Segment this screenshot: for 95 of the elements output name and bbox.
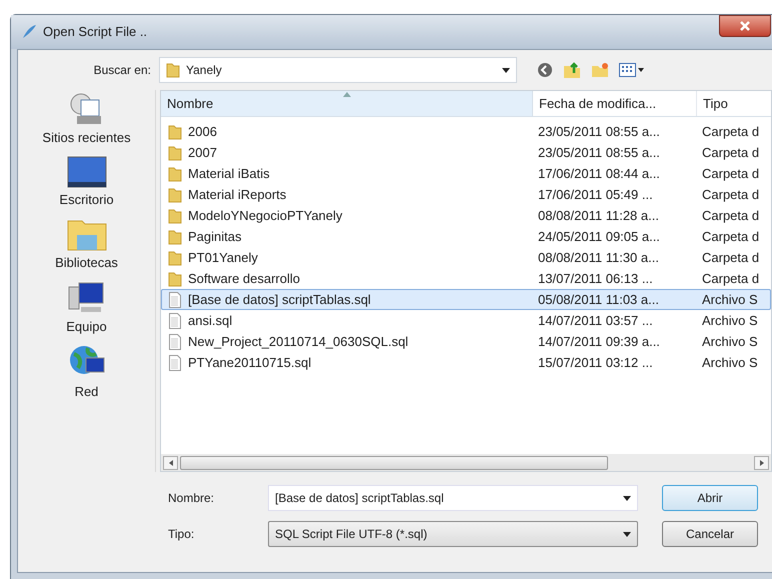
file-name: Material iBatis (188, 164, 270, 183)
location-dropdown[interactable]: Yanely (159, 57, 517, 83)
folder-icon (168, 186, 182, 202)
scrollbar-thumb[interactable] (180, 456, 608, 470)
monitor-icon (66, 156, 106, 188)
file-type: Archivo S (701, 354, 759, 372)
folder-icon (168, 144, 182, 160)
column-header[interactable]: Nombre (161, 91, 533, 116)
file-date: 14/07/2011 09:39 a... (537, 332, 661, 351)
cancel-button[interactable]: Cancelar (662, 521, 758, 547)
file-name: ansi.sql (188, 312, 232, 330)
folder-icon (168, 270, 182, 286)
file-name: Software desarrollo (188, 270, 300, 288)
folder-icon (168, 208, 182, 224)
column-header[interactable]: Fecha de modifica... (533, 91, 697, 116)
file-type: Archivo S (701, 332, 759, 351)
file-type: Carpeta d (701, 144, 760, 162)
folder-up-icon[interactable] (563, 61, 581, 79)
file-date: 14/07/2011 03:57 ... (537, 312, 654, 330)
file-date: 24/05/2011 09:05 a... (537, 228, 661, 246)
computer-icon (67, 280, 106, 314)
file-row[interactable]: Software desarrollo 13/07/2011 06:13 ... Carpeta d (161, 268, 771, 289)
file-name: Paginitas (188, 228, 242, 246)
file-row[interactable]: ModeloYNegocioPTYanely 08/08/2011 11:28 a... Carpeta d (161, 205, 771, 226)
file-row[interactable]: [Base de datos] scriptTablas.sql 05/08/2011 11:03 a... Archivo S (161, 289, 771, 310)
close-button[interactable] (719, 15, 771, 37)
document-icon (168, 334, 182, 350)
document-icon (168, 312, 182, 328)
window-title: Open Script File .. (43, 23, 148, 42)
place-label[interactable]: Sitios recientes (42, 128, 131, 148)
caret-icon (623, 532, 631, 536)
file-name: ModeloYNegocioPTYanely (188, 206, 342, 225)
file-row[interactable]: New_Project_20110714_0630SQL.sql 14/07/2011 09:39 a... Archivo S (161, 331, 771, 352)
file-date: 23/05/2011 08:55 a... (537, 144, 661, 162)
right-arrow-icon (760, 460, 764, 466)
file-type: Carpeta d (701, 186, 760, 204)
file-type: Carpeta d (701, 122, 760, 141)
file-date: 13/07/2011 06:13 ... (537, 270, 654, 288)
file-name: [Base de datos] scriptTablas.sql (188, 290, 371, 309)
place-label[interactable]: Bibliotecas (55, 253, 118, 272)
document-icon (168, 354, 182, 370)
file-name-field[interactable]: [Base de datos] scriptTablas.sql (268, 485, 638, 511)
file-name: PT01Yanely (188, 248, 258, 267)
open-button[interactable]: Abrir (662, 485, 758, 511)
folder-icon (168, 166, 182, 182)
file-date: 15/07/2011 03:12 ... (537, 354, 654, 372)
file-date: 08/08/2011 11:30 a... (537, 248, 660, 267)
file-type: Carpeta d (701, 164, 760, 183)
feather-icon (21, 24, 37, 40)
file-date: 05/08/2011 11:03 a... (537, 290, 660, 309)
file-name: Material iReports (188, 186, 286, 204)
view-menu-icon[interactable] (619, 63, 645, 77)
document-icon (168, 292, 182, 308)
file-type: Carpeta d (701, 206, 760, 225)
caret-icon (623, 496, 631, 500)
file-row[interactable]: PT01Yanely 08/08/2011 11:30 a... Carpeta d (161, 247, 771, 268)
folder-icon (168, 124, 182, 140)
file-type: Carpeta d (701, 270, 760, 288)
file-date: 08/08/2011 11:28 a... (537, 206, 660, 225)
new-folder-icon[interactable] (591, 62, 609, 78)
file-row[interactable]: PTYane20110715.sql 15/07/2011 03:12 ... Archivo S (161, 352, 771, 373)
folder-icon (168, 228, 182, 244)
file-row[interactable]: Material iReports 17/06/2011 05:49 ... Carpeta d (161, 184, 771, 205)
file-date: 23/05/2011 08:55 a... (537, 122, 661, 141)
place-label[interactable]: Equipo (66, 316, 107, 336)
file-name: New_Project_20110714_0630SQL.sql (188, 332, 408, 351)
file-row[interactable]: 2006 23/05/2011 08:55 a... Carpeta d (161, 121, 771, 142)
file-date: 17/06/2011 08:44 a... (537, 164, 661, 183)
file-type: Archivo S (701, 290, 759, 309)
back-icon[interactable] (537, 62, 553, 78)
file-name: 2007 (188, 144, 217, 162)
horizontal-scrollbar[interactable] (161, 454, 771, 471)
file-row[interactable]: ansi.sql 14/07/2011 03:57 ... Archivo S (161, 310, 771, 331)
file-date: 17/06/2011 05:49 ... (537, 186, 654, 204)
file-row[interactable]: Paginitas 24/05/2011 09:05 a... Carpeta d (161, 226, 771, 247)
file-row[interactable]: Material iBatis 17/06/2011 08:44 a... Carpeta d (161, 163, 771, 184)
folder-icon (166, 62, 180, 78)
place-label[interactable]: Escritorio (59, 190, 114, 209)
place-label[interactable]: Red (74, 382, 98, 402)
file-name-label: Nombre: (167, 490, 216, 507)
left-arrow-icon (168, 460, 172, 466)
caret-icon (502, 68, 510, 72)
sort-arrow-icon (343, 92, 351, 97)
folder-icon (168, 250, 182, 266)
file-type-dropdown[interactable]: SQL Script File UTF-8 (*.sql) (268, 521, 638, 547)
column-header[interactable]: Tipo (697, 91, 771, 116)
look-in-label: Buscar en: (92, 62, 152, 79)
file-name: PTYane20110715.sql (188, 354, 312, 372)
file-name: 2006 (188, 122, 217, 141)
file-row[interactable]: 2007 23/05/2011 08:55 a... Carpeta d (161, 142, 771, 163)
close-icon (740, 21, 750, 31)
file-type: Carpeta d (701, 228, 760, 246)
file-type: Archivo S (701, 312, 759, 330)
file-type: Carpeta d (701, 248, 760, 267)
file-type-label: Tipo: (167, 526, 196, 543)
